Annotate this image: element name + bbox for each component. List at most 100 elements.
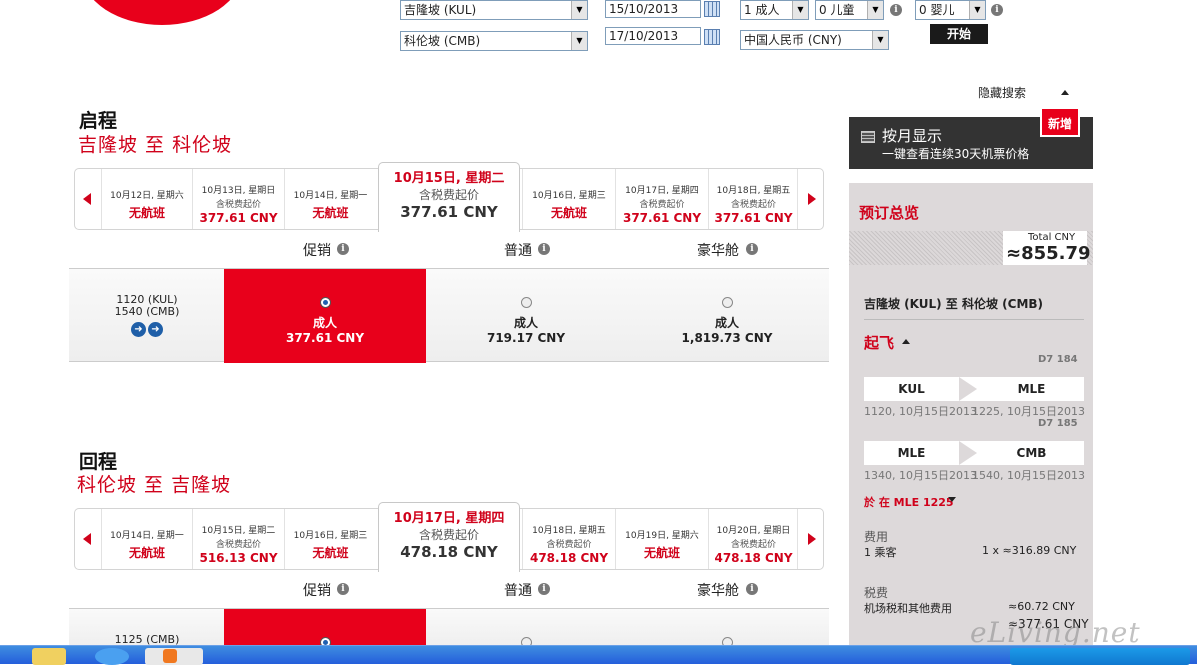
date-label: 10月13日, 星期日 [201, 186, 276, 196]
date-cell[interactable]: 10月14日, 星期一 无航班 [284, 169, 376, 229]
leg-depart-time: 1120, 10月15日2013 [864, 405, 977, 418]
fare-option-promo[interactable] [224, 609, 426, 649]
chevron-down-icon: ▼ [571, 1, 587, 19]
chevron-down-icon[interactable] [948, 497, 956, 502]
info-icon[interactable]: i [746, 583, 758, 595]
info-icon[interactable]: i [337, 243, 349, 255]
hide-search-link[interactable]: 隐藏搜索 [978, 84, 1026, 101]
stopover-toggle[interactable]: 於 在 MLE 1225 [864, 494, 954, 510]
no-flight-label: 无航班 [312, 546, 349, 560]
system-tray[interactable] [1010, 648, 1190, 665]
infants-select[interactable]: 0 婴儿 ▼ [915, 0, 986, 20]
messenger-icon[interactable] [95, 648, 129, 665]
no-flight-label: 无航班 [128, 546, 165, 560]
info-icon[interactable]: i [538, 583, 550, 595]
no-flight-label: 无航班 [128, 206, 165, 220]
date-label: 10月18日, 星期五 [532, 526, 606, 536]
adults-value: 1 成人 [744, 3, 780, 17]
prev-dates-button[interactable] [75, 509, 101, 569]
leg-route-box: MLE CMB [864, 441, 1084, 465]
date-cell[interactable]: 10月15日, 星期二 含税费起价 516.13 CNY [192, 509, 284, 569]
depart-date-input[interactable]: 15/10/2013 [605, 0, 701, 18]
leg-destination: CMB [1016, 446, 1047, 460]
arrow-right-icon [808, 533, 816, 545]
outbound-heading: 启程 [79, 110, 118, 132]
info-icon[interactable]: i [337, 583, 349, 595]
date-cell[interactable]: 10月16日, 星期三无航班 [284, 509, 376, 569]
pax-count: 1 乘客 [864, 546, 897, 559]
arrow-right-icon [808, 193, 816, 205]
collapse-up-icon[interactable] [902, 339, 910, 344]
leg-destination: MLE [1017, 382, 1046, 396]
date-cell[interactable]: 10月20日, 星期日 含税费起价 478.18 CNY [708, 509, 798, 569]
total-label: Total CNY [1028, 232, 1076, 243]
date-cell[interactable]: 10月13日, 星期日 含税费起价 377.61 CNY [192, 169, 284, 229]
browser-task-button[interactable] [145, 648, 203, 665]
date-label: 10月14日, 星期一 [110, 531, 184, 541]
inbound-flight-row: 1125 (CMB) [69, 608, 829, 649]
leg-route-box: KUL MLE [864, 377, 1084, 401]
date-label: 10月16日, 星期三 [293, 531, 368, 541]
fare-price: 377.61 CNY [285, 331, 365, 345]
calendar-icon[interactable] [704, 29, 720, 45]
flight-details[interactable]: ➜ ➜ [69, 322, 225, 337]
prev-dates-button[interactable] [75, 169, 101, 229]
browser-icon [163, 649, 177, 663]
adults-select[interactable]: 1 成人 ▼ [740, 0, 809, 20]
depart-section-label[interactable]: 起飞 [864, 332, 894, 353]
origin-select[interactable]: 吉隆坡 (KUL) ▼ [400, 0, 588, 20]
date-cell[interactable]: 10月17日, 星期四 含税费起价 377.61 CNY [615, 169, 708, 229]
date-price: 478.18 CNY [714, 551, 793, 565]
origin-value: 吉隆坡 (KUL) [404, 3, 477, 17]
divider [864, 319, 1084, 320]
date-cell[interactable]: 10月19日, 星期六 无航班 [615, 509, 708, 569]
no-flight-label: 无航班 [312, 206, 349, 220]
plane-icon[interactable]: ➜ [131, 322, 146, 337]
date-label: 10月17日, 星期四 [625, 186, 699, 196]
date-price: 478.18 CNY [529, 551, 609, 565]
fare-class-promo: 促销 [303, 243, 331, 259]
airline-logo[interactable] [82, 0, 242, 25]
date-label: 10月16日, 星期三 [532, 191, 606, 201]
folder-icon[interactable] [32, 648, 66, 665]
calendar-icon[interactable] [704, 1, 720, 17]
search-go-button[interactable]: 开始 [930, 24, 988, 44]
selected-date-tab[interactable]: 10月15日, 星期二 含税费起价 377.61 CNY [378, 162, 520, 232]
date-cell[interactable]: 10月14日, 星期一无航班 [101, 509, 192, 569]
fare-radio[interactable] [520, 297, 532, 308]
fare-option-promo[interactable]: 成人 377.61 CNY [224, 269, 426, 363]
date-cell[interactable]: 10月16日, 星期三无航班 [522, 169, 615, 229]
date-price: 377.61 CNY [199, 211, 278, 225]
fare-radio[interactable] [319, 297, 331, 308]
date-label: 10月15日, 星期二 [201, 526, 276, 536]
total-value: ≈855.79 [1006, 243, 1091, 264]
currency-select[interactable]: 中国人民币 (CNY) ▼ [740, 30, 889, 50]
tax-value: ≈60.72 CNY [1008, 600, 1075, 613]
info-icon[interactable]: i [890, 4, 902, 16]
collapse-up-icon[interactable] [1061, 90, 1069, 95]
info-icon[interactable]: i [991, 4, 1003, 16]
date-cell[interactable]: 10月12日, 星期六 无航班 [101, 169, 192, 229]
fare-radio[interactable] [721, 297, 733, 308]
price-caption: 含税费起价 [730, 540, 776, 550]
info-icon[interactable]: i [538, 243, 550, 255]
children-select[interactable]: 0 儿童 ▼ [815, 0, 884, 20]
destination-select[interactable]: 科伦坡 (CMB) ▼ [400, 31, 588, 51]
fare-class-premium: 豪华舱 [697, 583, 739, 599]
plane-icon[interactable]: ➜ [148, 322, 163, 337]
price-caption: 含税费起价 [215, 200, 261, 210]
next-dates-button[interactable] [797, 169, 823, 229]
new-badge: 新增 [1040, 107, 1080, 137]
info-icon[interactable]: i [746, 243, 758, 255]
date-cell[interactable]: 10月18日, 星期五 含税费起价 377.61 CNY [708, 169, 798, 229]
selected-date-tab[interactable]: 10月17日, 星期四 含税费起价 478.18 CNY [378, 502, 520, 572]
price-caption: 含税费起价 [418, 528, 479, 542]
outbound-flight-row: 1120 (KUL) 1540 (CMB) ➜ ➜ 成人 377.61 CNY 成… [69, 268, 829, 363]
no-flight-label: 无航班 [550, 206, 587, 220]
return-date-input[interactable]: 17/10/2013 [605, 27, 701, 45]
next-dates-button[interactable] [797, 509, 823, 569]
date-price: 516.13 CNY [199, 551, 278, 565]
fare-option-economy[interactable]: 成人 719.17 CNY [426, 293, 626, 345]
fare-option-premium[interactable]: 成人 1,819.73 CNY [627, 293, 827, 345]
date-cell[interactable]: 10月18日, 星期五 含税费起价 478.18 CNY [522, 509, 615, 569]
